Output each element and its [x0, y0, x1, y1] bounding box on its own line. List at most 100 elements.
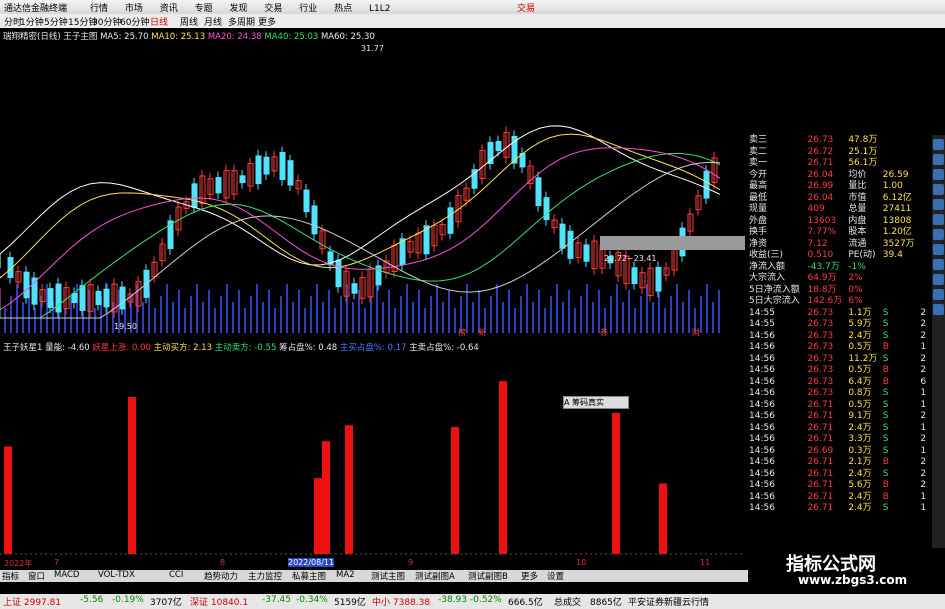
- tab-11[interactable]: 测试副图B: [468, 570, 508, 582]
- timeframe-8[interactable]: 月线: [204, 15, 222, 28]
- quote-row: 14:56 26.69 0.3万 S 1: [748, 446, 928, 458]
- quote-row: 14:56 26.71 2.4万 S 1: [748, 503, 928, 515]
- timeframe-4[interactable]: 30分钟: [92, 15, 121, 28]
- tick-count: 2: [920, 353, 927, 364]
- menu-item[interactable]: 行情: [90, 4, 125, 14]
- main-kline-chart[interactable]: 榜新券财: [0, 28, 745, 338]
- tool-icon[interactable]: [933, 244, 944, 255]
- tick-volume: 5.6万: [848, 480, 872, 490]
- timeframe-2[interactable]: 5分钟: [44, 15, 68, 28]
- tab-9[interactable]: 测试主图: [371, 570, 405, 582]
- tool-icon[interactable]: [933, 184, 944, 195]
- zx-change: -38.93: [438, 595, 468, 605]
- sub-indicator-chart[interactable]: [0, 340, 745, 562]
- stat-value: 1.20亿: [882, 227, 912, 237]
- trade-button[interactable]: 交易: [517, 1, 535, 14]
- tool-icon[interactable]: [933, 214, 944, 225]
- tick-price: 26.71: [807, 491, 834, 502]
- event-marker[interactable]: 财: [692, 327, 700, 337]
- chip-tooltip[interactable]: A 筹码真实: [563, 396, 629, 409]
- time-tick: 10: [576, 558, 587, 567]
- timeframe-9[interactable]: 多周期: [228, 15, 255, 28]
- menu-item[interactable]: 资讯: [160, 4, 195, 14]
- tick-volume: 1.1万: [848, 307, 872, 318]
- timeframe-1[interactable]: 1分钟: [20, 15, 44, 28]
- tool-icon[interactable]: [933, 259, 944, 270]
- ask-volume: 47.8万: [848, 135, 878, 145]
- tab-1[interactable]: 窗口: [28, 570, 45, 582]
- sub-bar: [659, 483, 667, 554]
- tick-side: S: [882, 503, 889, 513]
- tick-count: 2: [920, 307, 927, 318]
- tab-12[interactable]: 更多: [521, 570, 538, 582]
- tab-13[interactable]: 设置: [547, 570, 564, 582]
- quote-row: 大宗流入 64.9万 2%: [748, 273, 928, 285]
- tab-8[interactable]: MA2: [336, 570, 355, 580]
- tab-6[interactable]: 主力监控: [248, 570, 282, 582]
- sz-index[interactable]: 深证 10840.1: [190, 595, 248, 608]
- zx-index[interactable]: 中小 7388.38: [372, 595, 430, 608]
- sh-index[interactable]: 上证 2997.81: [3, 595, 61, 608]
- broker-label: 平安证券新疆云行情: [628, 598, 710, 608]
- tool-icon[interactable]: [933, 274, 944, 285]
- event-marker[interactable]: 榜: [458, 327, 466, 337]
- candle: [47, 288, 54, 308]
- tool-icon[interactable]: [933, 139, 944, 150]
- quote-row: 卖一 26.71 56.1万: [748, 158, 928, 170]
- right-tool-sidebar[interactable]: [932, 135, 945, 560]
- menu-item[interactable]: 交易: [264, 4, 299, 14]
- tick-price: 26.73: [807, 376, 834, 387]
- stat-label: 内盘: [848, 215, 867, 226]
- timeframe-5[interactable]: 60分钟: [120, 15, 149, 28]
- tool-icon[interactable]: [933, 169, 944, 180]
- tick-volume: 2.1万: [848, 457, 872, 467]
- menu-item[interactable]: 专题: [195, 4, 230, 14]
- tab-10[interactable]: 测试副图A: [415, 570, 455, 582]
- sh-percent: -0.19%: [112, 595, 144, 605]
- stat-label: 外盘: [749, 215, 768, 226]
- flow-percent: 6%: [848, 296, 863, 306]
- menu-item[interactable]: L1L2: [369, 4, 390, 14]
- quote-row: 14:56 26.73 0.8万 S 1: [748, 388, 928, 400]
- timeframe-bar: 分时 1分钟 5分钟 15分钟 30分钟 60分钟 日线 周线 月线 多周期 更多: [0, 14, 945, 28]
- tool-icon[interactable]: [933, 229, 944, 240]
- watermark: 指标公式网 www.zbgs3.com: [748, 548, 945, 594]
- candle: [631, 267, 638, 285]
- tool-icon[interactable]: [933, 289, 944, 300]
- menu-item[interactable]: 行业: [299, 4, 334, 14]
- top-menu[interactable]: 行情 市场 资讯 专题 发现 交易 行业 热点 L1L2: [90, 1, 390, 14]
- tab-7[interactable]: 私募主图: [292, 570, 326, 582]
- event-marker[interactable]: 新: [478, 327, 486, 337]
- menu-item[interactable]: 市场: [125, 4, 160, 14]
- tab-0[interactable]: 指标: [2, 570, 19, 582]
- stat-label: 净资: [749, 238, 768, 249]
- sub-bar: [128, 397, 136, 554]
- menu-item[interactable]: 热点: [334, 4, 369, 14]
- tick-side: B: [882, 491, 889, 502]
- candle: [119, 286, 126, 310]
- event-marker[interactable]: 券: [600, 327, 608, 337]
- tab-5[interactable]: 趋势动力: [204, 570, 238, 582]
- tab-4[interactable]: CCI: [169, 570, 183, 580]
- tick-volume: 9.1万: [848, 411, 872, 421]
- candle: [303, 189, 310, 213]
- tool-icon[interactable]: [933, 199, 944, 210]
- timeframe-6[interactable]: 日线: [150, 15, 168, 28]
- tick-time: 14:56: [749, 365, 775, 375]
- tool-icon[interactable]: [933, 304, 944, 315]
- sh-amount: 3707亿: [150, 598, 182, 608]
- timeframe-10[interactable]: 更多: [258, 15, 276, 28]
- quote-row: 净资 7.12 流通 3527万: [748, 239, 928, 251]
- tick-volume: 3.3万: [848, 434, 872, 444]
- tool-icon[interactable]: [933, 154, 944, 165]
- tick-volume: 5.9万: [848, 319, 872, 329]
- tick-count: 1: [920, 491, 927, 502]
- timeframe-7[interactable]: 周线: [180, 15, 198, 28]
- ask-label: 卖一: [749, 158, 768, 168]
- tab-3[interactable]: VOL-TDX: [98, 570, 135, 580]
- stat-label: 最高: [749, 181, 768, 191]
- tick-price: 26.73: [807, 365, 834, 375]
- menu-item[interactable]: 发现: [230, 4, 265, 14]
- candle: [95, 290, 102, 306]
- tab-2[interactable]: MACD: [54, 570, 79, 580]
